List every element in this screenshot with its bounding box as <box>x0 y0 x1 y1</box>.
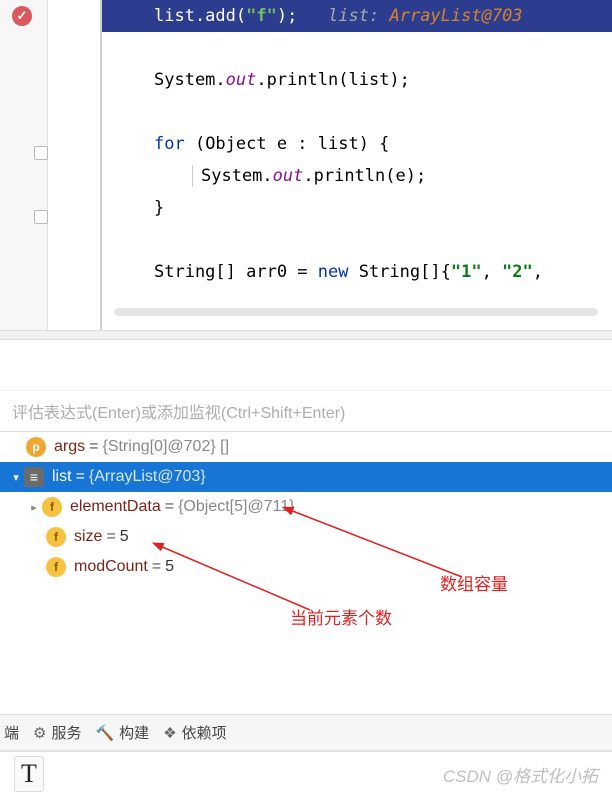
execution-line: list.add("f"); list: ArrayList@703 <box>102 0 612 32</box>
layers-icon: ❖ <box>163 724 176 742</box>
code-content[interactable]: list.add("f"); list: ArrayList@703 Syste… <box>102 0 612 330</box>
editor-gutter <box>48 0 102 330</box>
watermark: CSDN @格式化小拓 <box>443 762 598 787</box>
breakpoint-icon[interactable] <box>12 6 32 26</box>
code-line <box>102 224 612 256</box>
tree-row[interactable]: f size = 5 <box>0 522 612 552</box>
field-icon: f <box>42 497 62 517</box>
tree-row[interactable]: ▸ f elementData = {Object[5]@711} <box>0 492 612 522</box>
code-line: } <box>102 192 612 224</box>
param-icon: p <box>26 437 46 457</box>
tab-services[interactable]: ⚙服务 <box>33 722 81 743</box>
code-line: System.out.println(list); <box>102 64 612 96</box>
fold-icon[interactable] <box>34 210 48 224</box>
tree-row[interactable]: f modCount = 5 <box>0 552 612 582</box>
code-line <box>102 32 612 64</box>
code-line <box>102 96 612 128</box>
chevron-down-icon[interactable]: ▾ <box>8 471 24 484</box>
code-line: System.out.println(e); <box>102 160 612 192</box>
evaluate-expression-input[interactable]: 评估表达式(Enter)或添加监视(Ctrl+Shift+Enter) <box>0 390 612 432</box>
horizontal-scrollbar[interactable] <box>114 308 598 316</box>
tab-terminal[interactable]: 端 <box>4 722 19 743</box>
tree-row-selected[interactable]: ▾ ≡ list = {ArrayList@703} <box>0 462 612 492</box>
annotation-label: 当前元素个数 <box>290 604 392 629</box>
panel-divider[interactable] <box>0 330 612 340</box>
code-line: String[] arr0 = new String[]{"1", "2", <box>102 256 612 288</box>
gear-icon: ⚙ <box>33 724 46 742</box>
tab-build[interactable]: 🔨构建 <box>95 722 149 743</box>
editor-margin <box>0 0 48 330</box>
tool-window-tabs[interactable]: 端 ⚙服务 🔨构建 ❖依赖项 <box>0 714 612 750</box>
debug-variables-tree[interactable]: p args = {String[0]@702} [] ▾ ≡ list = {… <box>0 432 612 582</box>
chevron-right-icon[interactable]: ▸ <box>26 501 42 514</box>
code-line: for (Object e : list) { <box>102 128 612 160</box>
field-icon: f <box>46 557 66 577</box>
local-var-icon: ≡ <box>24 467 44 487</box>
tab-dependencies[interactable]: ❖依赖项 <box>163 722 226 743</box>
field-icon: f <box>46 527 66 547</box>
annotation-label: 数组容量 <box>440 570 508 595</box>
hammer-icon: 🔨 <box>95 724 114 742</box>
fold-icon[interactable] <box>34 146 48 160</box>
text-tool-icon[interactable]: T <box>14 756 44 792</box>
code-editor[interactable]: list.add("f"); list: ArrayList@703 Syste… <box>0 0 612 330</box>
tree-row[interactable]: p args = {String[0]@702} [] <box>0 432 612 462</box>
status-bar: T CSDN @格式化小拓 <box>0 752 612 796</box>
